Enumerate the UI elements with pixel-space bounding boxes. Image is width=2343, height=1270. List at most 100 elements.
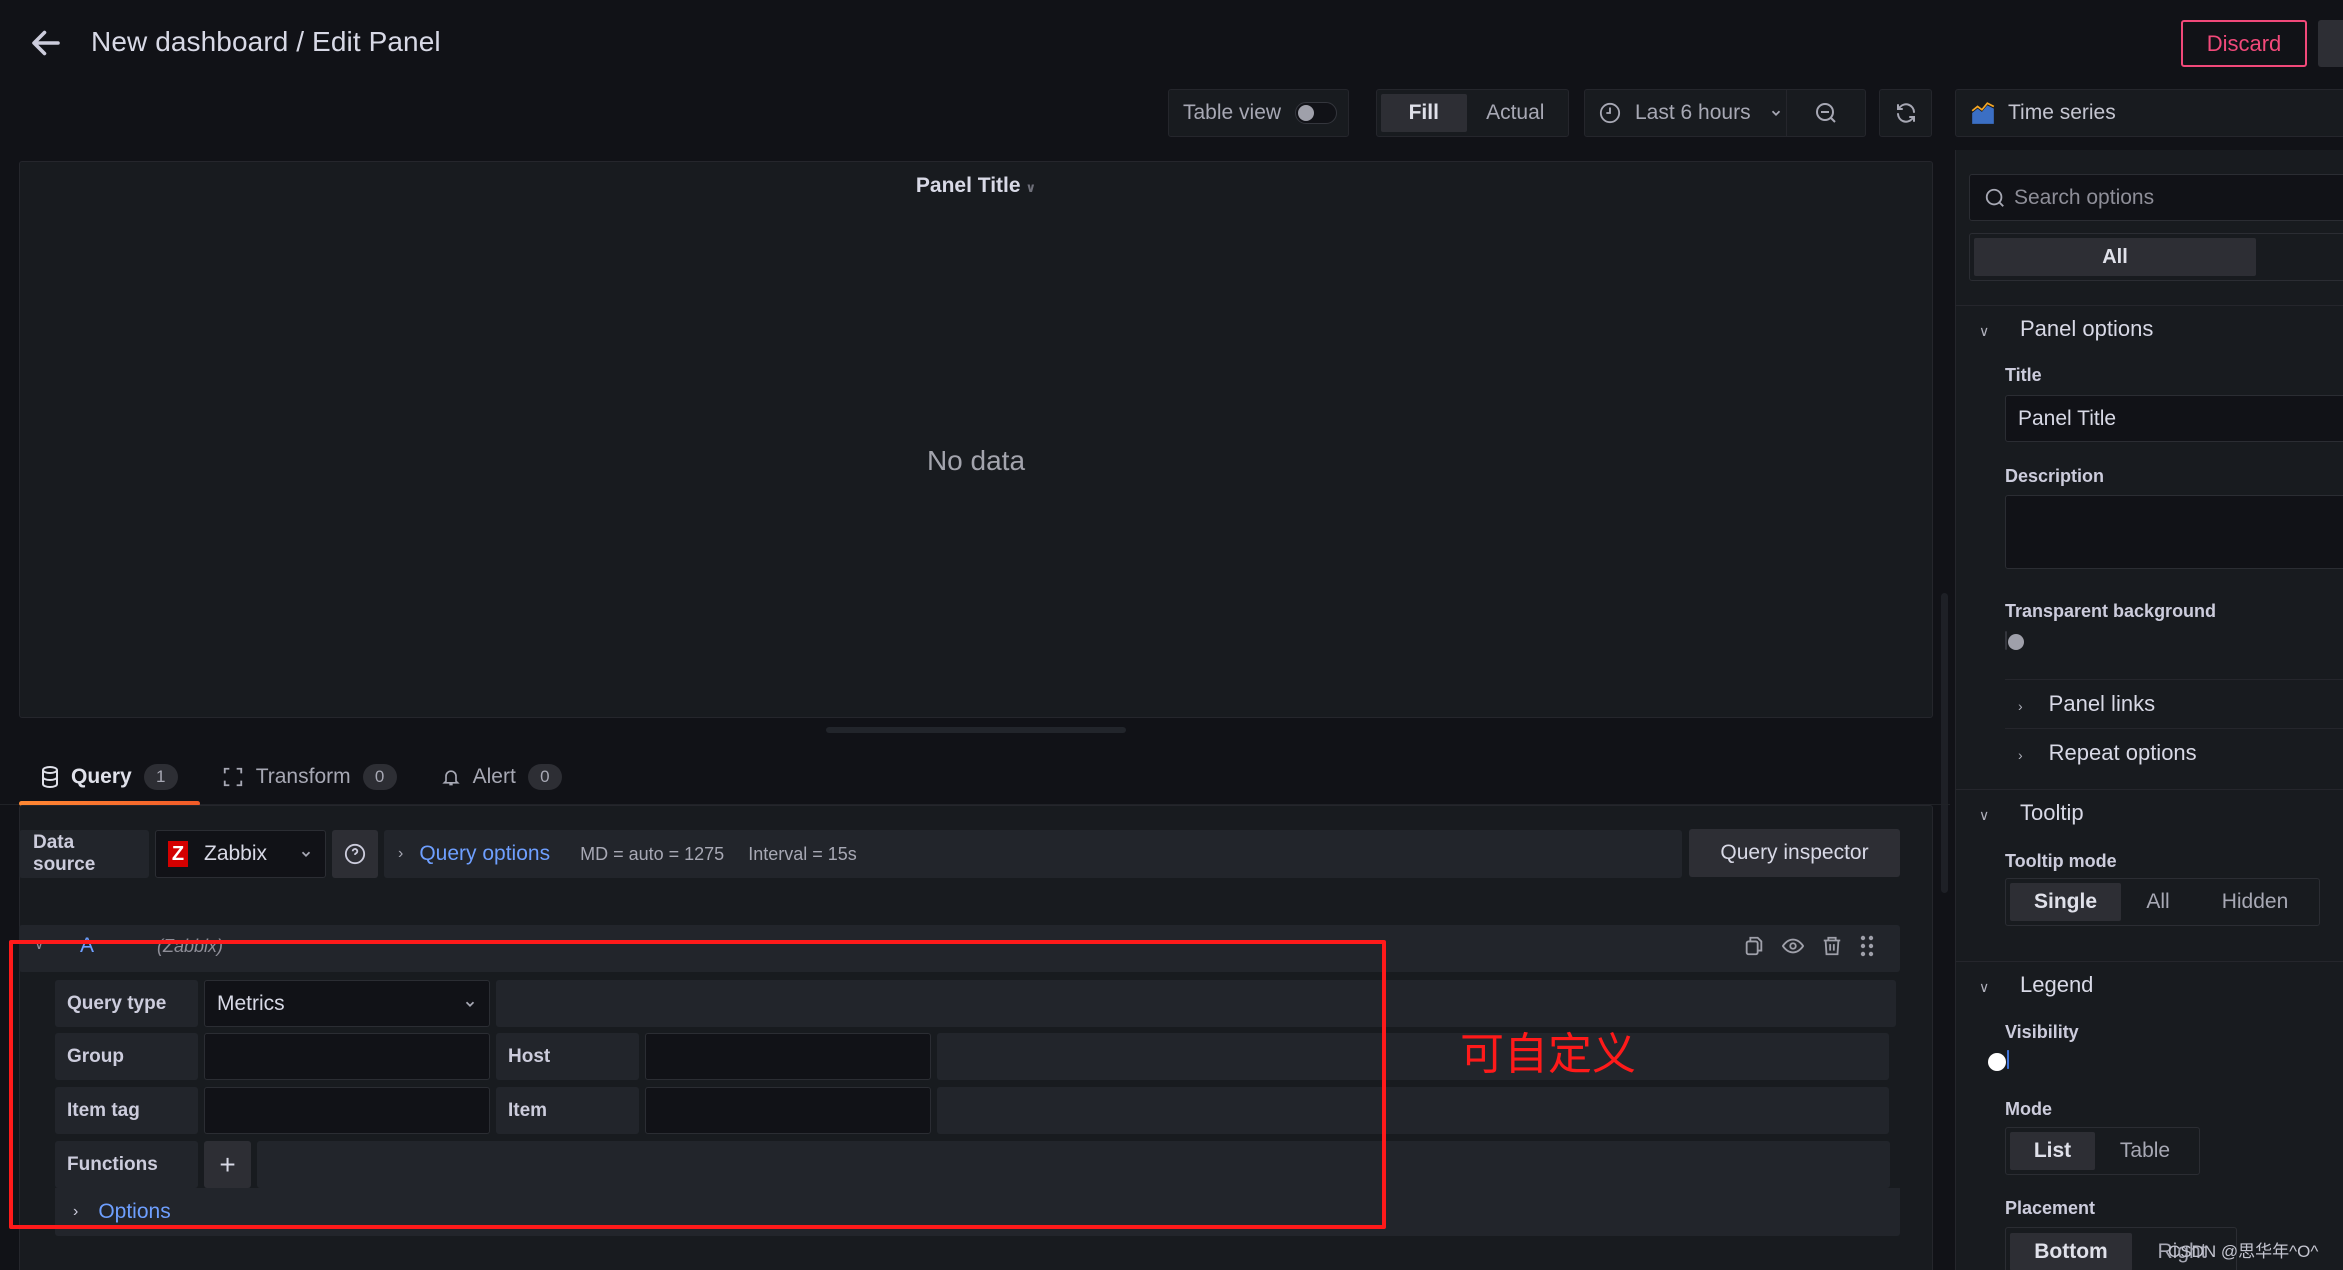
visualization-label: Time series [2008,101,2116,124]
tab-query[interactable]: Query 1 [19,752,200,806]
host-input[interactable] [645,1033,931,1080]
functions-filler [257,1141,1890,1188]
tooltip-mode-radio: Single All Hidden [2005,878,2320,926]
query-ref-id[interactable]: A [80,934,94,958]
options-link[interactable]: Options [98,1200,170,1224]
item-input[interactable] [645,1087,931,1134]
query-type-filler [496,980,1896,1027]
filter-all-button[interactable]: All [1974,238,2256,276]
table-view-toggle[interactable]: Table view [1168,89,1349,137]
time-range-button[interactable]: Last 6 hours [1585,90,1787,136]
tooltip-mode-single[interactable]: Single [2010,883,2121,921]
actual-option[interactable]: Actual [1467,94,1564,132]
item-tag-label: Item tag [55,1087,198,1134]
transparent-background-switch[interactable] [2005,631,2024,650]
fill-option[interactable]: Fill [1381,94,1467,132]
chevron-down-icon: ∨ [1979,979,1990,995]
copy-icon [1745,936,1763,956]
title-input[interactable]: Panel Title [2005,395,2343,442]
tab-transform[interactable]: Transform 0 [200,752,419,802]
search-options-input[interactable]: Search options [1969,174,2343,221]
time-series-icon [1971,102,1995,124]
chevron-right-icon: › [2018,747,2023,763]
section-divider [1956,305,2343,306]
discard-button[interactable]: Discard [2181,20,2307,67]
tab-label: Alert [472,765,516,788]
panel-title-header[interactable]: Panel Title ∨ [20,174,1932,198]
chevron-right-icon: › [398,845,404,862]
back-button[interactable] [28,25,64,61]
refresh-button[interactable] [1879,89,1932,137]
group-input[interactable] [204,1033,490,1080]
main-scrollbar[interactable] [1941,593,1948,893]
query-options-bar[interactable]: › Query options MD = auto = 1275 Interva… [384,830,1682,878]
trash-icon [1823,936,1841,956]
group-label: Group [55,1033,198,1080]
legend-placement-label: Placement [2005,1198,2096,1218]
visualization-picker[interactable]: Time series [1955,89,2343,137]
query-count-badge: 1 [143,764,178,790]
alert-count-badge: 0 [527,764,562,790]
save-button[interactable] [2318,20,2343,67]
drag-handle[interactable] [1860,935,1874,957]
datasource-help-button[interactable] [332,830,378,878]
query-row-header[interactable] [19,925,1900,972]
zoom-out-button[interactable] [1787,90,1865,136]
legend-section-toggle[interactable]: ∨ Legend [1956,972,2093,998]
table-view-switch[interactable] [1295,102,1338,124]
chevron-down-icon [465,1001,475,1007]
panel-links-section-toggle[interactable]: › Panel links [1956,691,2155,717]
title-label: Title [2005,365,2042,385]
tooltip-mode-all[interactable]: All [2121,883,2195,921]
toggle-visibility-button[interactable] [1782,935,1804,957]
transparent-background-label: Transparent background [2005,601,2217,621]
query-options-link[interactable]: Query options [419,842,550,866]
repeat-options-section-toggle[interactable]: › Repeat options [1956,740,2197,766]
legend-mode-table[interactable]: Table [2095,1132,2195,1170]
description-textarea[interactable] [2005,495,2343,569]
tab-alert[interactable]: Alert 0 [419,752,584,802]
legend-heading: Legend [2020,972,2094,997]
transform-count-badge: 0 [362,764,397,790]
legend-mode-label: Mode [2005,1099,2052,1119]
refresh-icon [1896,103,1915,123]
itemtag-item-filler [937,1087,1889,1134]
datasource-select[interactable]: Z Zabbix [155,830,326,878]
collapse-chevron-icon[interactable]: ∨ [34,936,44,953]
duplicate-query-button[interactable] [1743,935,1765,957]
zabbix-logo-icon: Z [168,841,188,867]
options-filter: All [1969,233,2343,281]
section-divider [1956,961,2343,962]
panel-options-section-toggle[interactable]: ∨ Panel options [1956,316,2153,342]
legend-placement-bottom[interactable]: Bottom [2010,1233,2132,1270]
query-type-select[interactable]: Metrics [204,980,490,1027]
group-host-filler [937,1033,1889,1080]
section-divider [2005,728,2343,729]
max-datapoints-info: MD = auto = 1275 [580,843,725,864]
query-row-actions [1743,935,1891,957]
item-tag-input[interactable] [204,1087,490,1134]
query-options-row[interactable]: › Options [55,1188,1900,1236]
tooltip-section-toggle[interactable]: ∨ Tooltip [1956,800,2084,826]
time-picker: Last 6 hours [1584,89,1866,137]
legend-mode-radio: List Table [2005,1127,2200,1175]
host-label: Host [496,1033,639,1080]
database-icon [42,766,58,788]
fill-actual-toggle: Fill Actual [1376,89,1569,137]
annotation-label: 可自定义 [1460,1029,1636,1080]
no-data-message: No data [926,445,1026,476]
search-placeholder: Search options [2014,185,2155,209]
tooltip-mode-hidden[interactable]: Hidden [2195,883,2315,921]
query-datasource-hint: (Zabbix) [157,936,224,956]
query-inspector-button[interactable]: Query inspector [1689,829,1900,877]
query-type-label: Query type [55,980,198,1027]
description-label: Description [2005,466,2105,486]
section-divider [2005,679,2343,680]
add-function-button[interactable]: + [204,1141,251,1188]
delete-query-button[interactable] [1821,935,1843,957]
panel-title: Panel Title [915,174,1021,197]
legend-visibility-switch[interactable] [1988,1050,2009,1071]
tooltip-heading: Tooltip [2020,800,2084,825]
legend-mode-list[interactable]: List [2010,1132,2095,1170]
pane-resize-handle[interactable] [826,727,1126,733]
